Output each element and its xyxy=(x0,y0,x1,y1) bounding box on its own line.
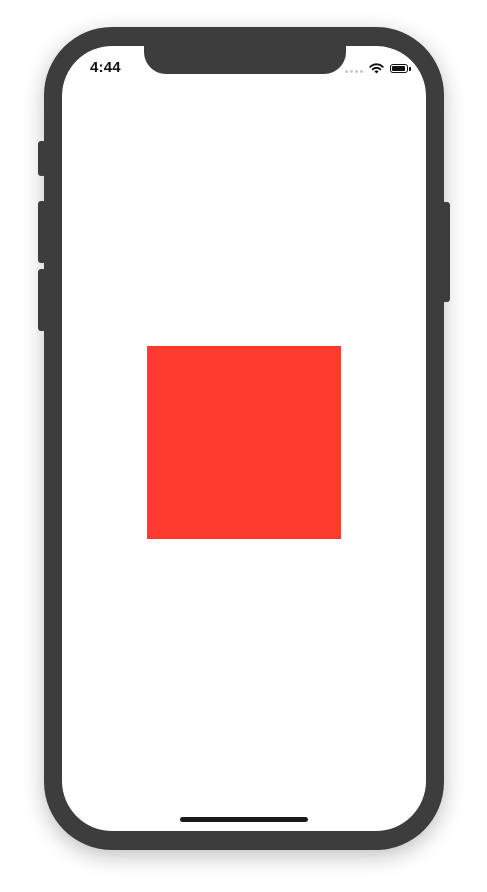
status-icons xyxy=(345,62,411,74)
battery-icon xyxy=(390,63,411,73)
status-time: 4:44 xyxy=(90,59,121,76)
notch xyxy=(144,46,346,74)
home-indicator[interactable] xyxy=(180,817,308,822)
battery-level-fill xyxy=(392,65,405,71)
simulator-stage: 4:44 xyxy=(0,0,487,892)
device-screen: 4:44 xyxy=(62,46,426,831)
wifi-icon xyxy=(369,62,384,73)
cellular-signal-icon xyxy=(345,63,363,73)
red-square-view xyxy=(147,346,341,539)
